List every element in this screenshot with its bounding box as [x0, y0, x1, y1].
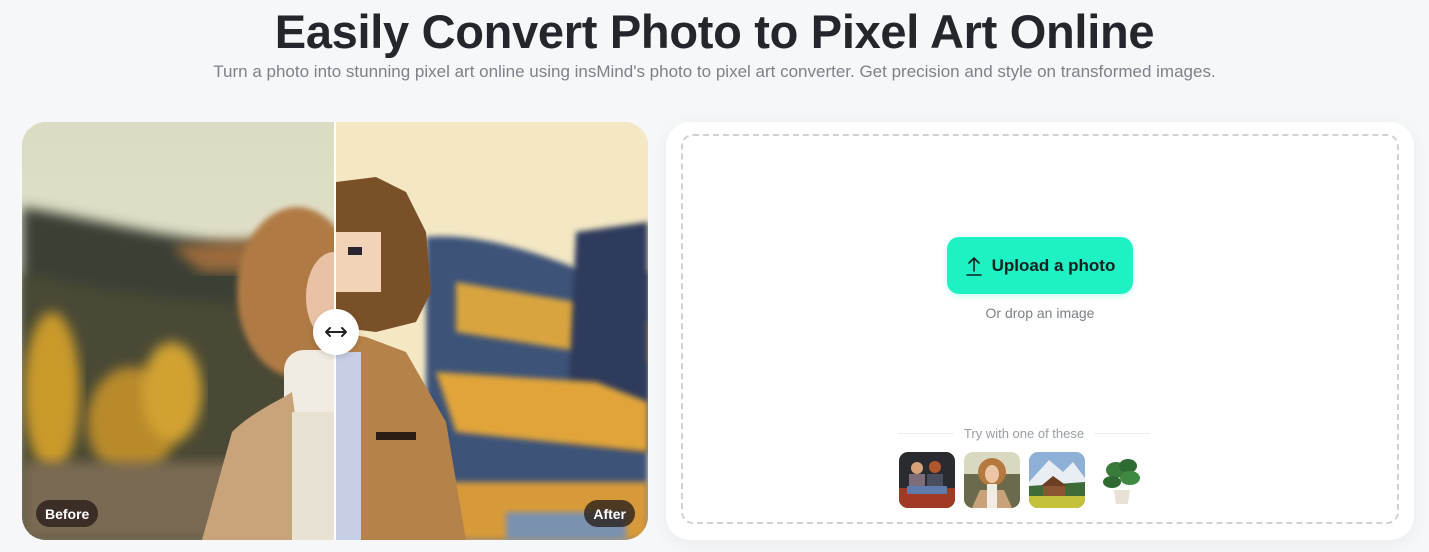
after-image — [336, 122, 648, 540]
upload-icon — [965, 256, 982, 276]
after-label: After — [584, 500, 635, 527]
sample-images — [899, 452, 1150, 508]
page-title: Easily Convert Photo to Pixel Art Online — [274, 5, 1155, 58]
sample-potted-plant[interactable] — [1094, 452, 1150, 508]
left-right-arrow-icon — [325, 327, 347, 337]
upload-card: Upload a photo Or drop an image Try with… — [666, 122, 1414, 540]
upload-button-label: Upload a photo — [991, 255, 1116, 275]
drop-hint: Or drop an image — [985, 305, 1095, 321]
try-samples-heading: Try with one of these — [898, 426, 1150, 441]
page-subtitle: Turn a photo into stunning pixel art onl… — [213, 62, 1216, 81]
divider-line — [898, 433, 954, 434]
page: Easily Convert Photo to Pixel Art Online… — [0, 0, 1429, 552]
before-image — [22, 122, 336, 540]
divider-line — [1094, 433, 1150, 434]
sample-mountain-cabin[interactable] — [1029, 452, 1085, 508]
sample-two-people[interactable] — [899, 452, 955, 508]
try-label: Try with one of these — [963, 426, 1085, 441]
before-after-comparison[interactable]: Before After — [22, 122, 648, 540]
sample-curly-woman[interactable] — [964, 452, 1020, 508]
compare-slider-handle[interactable] — [313, 309, 359, 355]
upload-photo-button[interactable]: Upload a photo — [947, 237, 1133, 294]
before-label: Before — [36, 500, 99, 527]
